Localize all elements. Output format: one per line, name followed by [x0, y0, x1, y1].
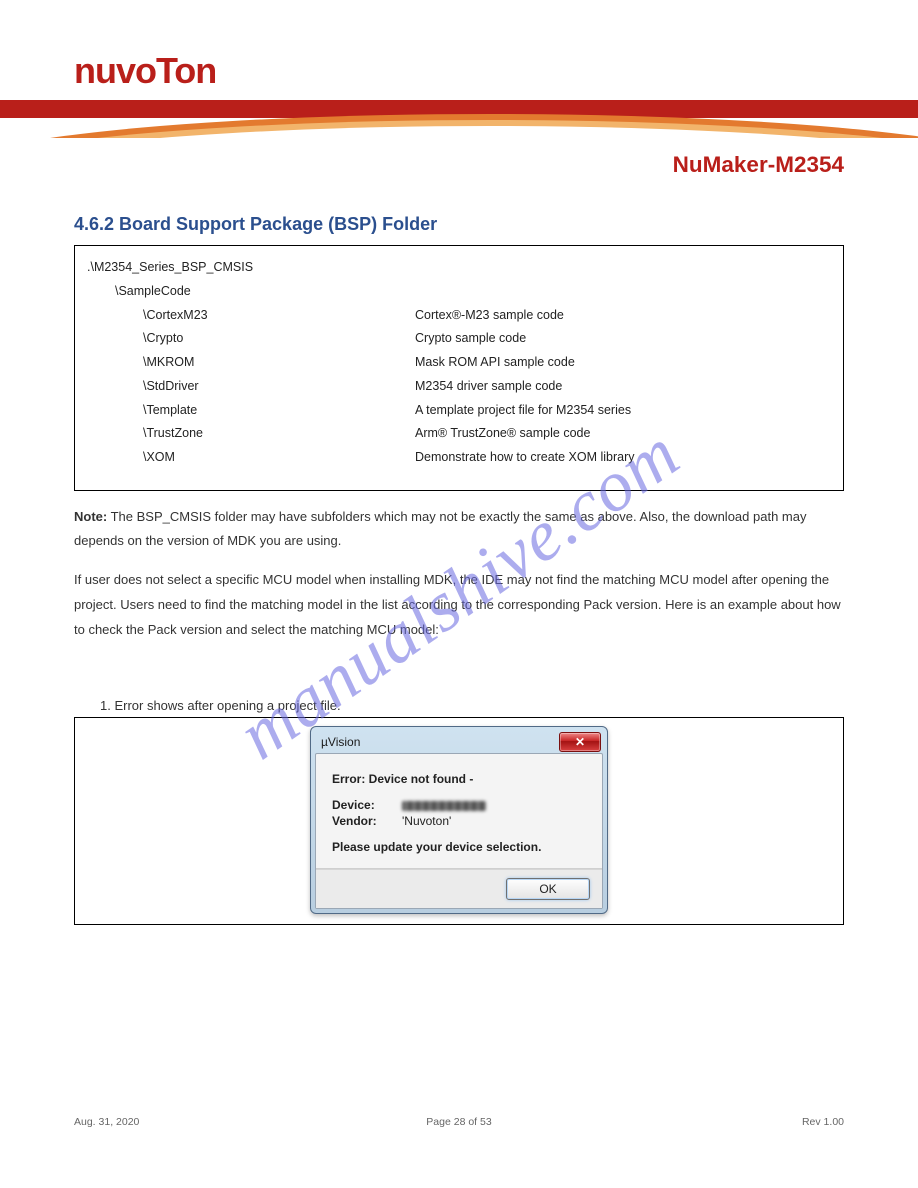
dir-sub: \SampleCode [115, 280, 415, 304]
dialog-vendor-value: 'Nuvoton' [402, 814, 451, 828]
ok-button[interactable]: OK [506, 878, 590, 900]
directory-listing: .\M2354_Series_BSP_CMSIS \SampleCode \Co… [74, 245, 844, 491]
dir-row: \XOMDemonstrate how to create XOM librar… [87, 446, 831, 470]
dir-root: .\M2354_Series_BSP_CMSIS [87, 256, 387, 280]
close-icon[interactable]: ✕ [559, 732, 601, 752]
dialog-vendor-label: Vendor: [332, 814, 402, 828]
uvision-dialog: µVision ✕ Error: Device not found - Devi… [310, 726, 608, 914]
dir-row: \MKROMMask ROM API sample code [87, 351, 831, 375]
dir-row: \CortexM23Cortex®-M23 sample code [87, 304, 831, 328]
note-paragraph: Note: The BSP_CMSIS folder may have subf… [74, 505, 844, 554]
brand-logo-text: nuvoTon [74, 50, 216, 91]
step-1-label: 1. Error shows after opening a project f… [100, 698, 844, 713]
dialog-title: µVision [321, 735, 360, 749]
dialog-device-value-redacted [402, 801, 486, 811]
dialog-screenshot-frame: µVision ✕ Error: Device not found - Devi… [74, 717, 844, 925]
note-paragraph-2: If user does not select a specific MCU m… [74, 568, 844, 642]
dir-row: \StdDriverM2354 driver sample code [87, 375, 831, 399]
dir-row: \TrustZoneArm® TrustZone® sample code [87, 422, 831, 446]
page-footer: Aug. 31, 2020 Page 28 of 53 Rev 1.00 [74, 1116, 844, 1128]
header-stripe [0, 100, 918, 138]
footer-page: Page 28 of 53 [74, 1116, 844, 1128]
dialog-device-label: Device: [332, 798, 402, 812]
dialog-update-line: Please update your device selection. [332, 840, 586, 854]
dialog-error-line: Error: Device not found - [332, 772, 586, 786]
dir-row: \CryptoCrypto sample code [87, 327, 831, 351]
doc-title: NuMaker-M2354 [673, 152, 844, 177]
section-heading: 4.6.2 Board Support Package (BSP) Folder [74, 214, 844, 235]
dir-row: \TemplateA template project file for M23… [87, 399, 831, 423]
brand-logo: nuvoTon [0, 0, 918, 92]
